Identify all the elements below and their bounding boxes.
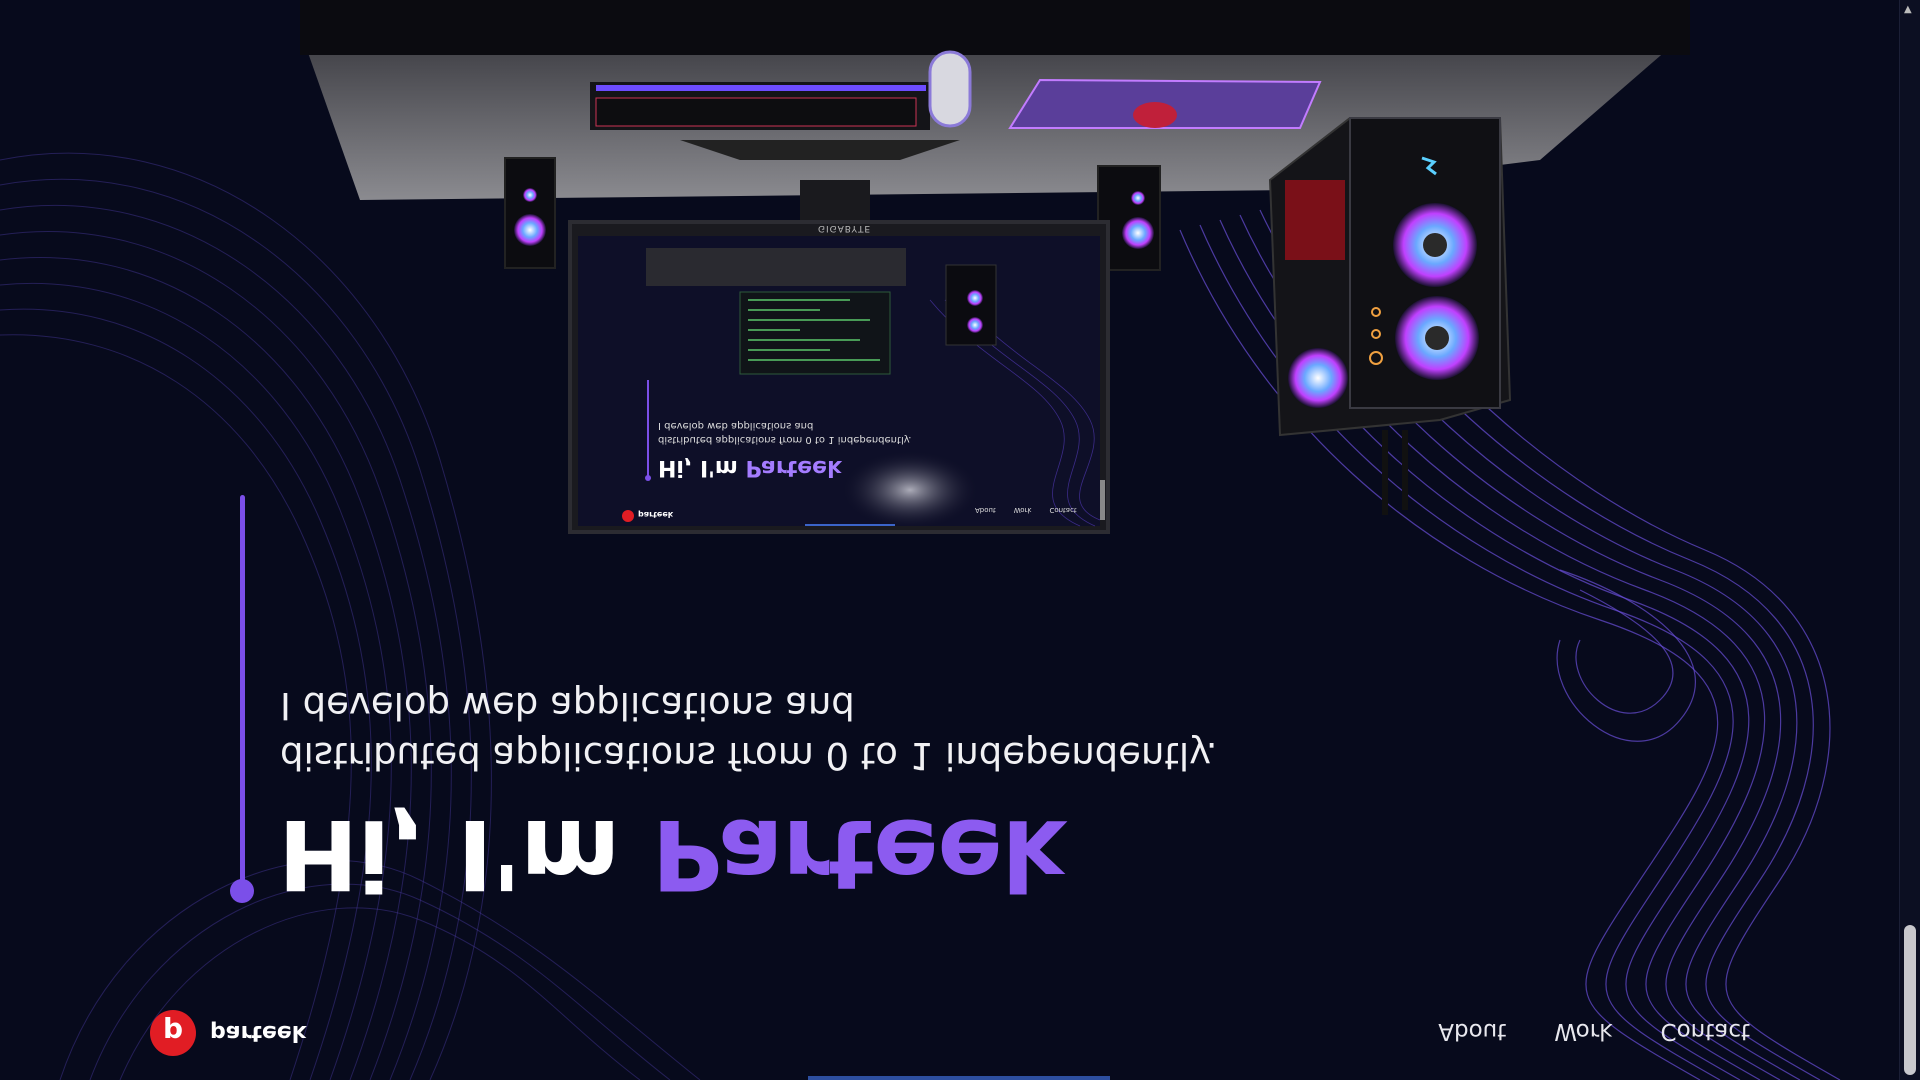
hero-subtitle-line1: I develop web applications and: [280, 684, 855, 727]
monitor-mini-logo: parteek: [638, 510, 674, 519]
hero-accent-line: [240, 495, 245, 890]
monitor-mini-nav-about: About: [975, 506, 996, 514]
monitor-mini-sub-line2: distributed applications from 0 to 1 ind…: [658, 434, 912, 445]
hero-subtitle-line2: distributed applications from 0 to 1 ind…: [280, 734, 1218, 777]
monitor-mini-greeting: Hi, I'm: [658, 455, 746, 480]
monitor-mini-nav-work: Work: [1013, 506, 1032, 514]
bottom-progress-bar: [808, 1076, 1110, 1080]
speaker-left: [504, 157, 556, 269]
hero-greeting: Hi, I'm: [278, 798, 652, 910]
monitor-brand-label: GIGABYTE: [818, 223, 872, 233]
monitor-mini-nav: About Work Contact: [975, 506, 1077, 514]
desk-edge: [300, 0, 1690, 55]
monitor-mini-sub-line1: I develop web applications and: [658, 420, 814, 431]
hero-accent-dot: [230, 879, 254, 903]
hero-name: Parteek: [651, 798, 1065, 910]
scroll-up-arrow-icon[interactable]: ▲: [1904, 4, 1912, 15]
hero-heading: Hi, I'm Parteek: [278, 798, 1065, 910]
hero-subtitle: distributed applications from 0 to 1 ind…: [280, 680, 1218, 780]
nav-contact[interactable]: Contact: [1661, 1018, 1750, 1044]
pc-case: [1268, 117, 1512, 515]
nav-about[interactable]: About: [1438, 1018, 1506, 1044]
brand-logo[interactable]: p parteek: [150, 1010, 306, 1056]
scrollbar-thumb[interactable]: [1904, 925, 1916, 1075]
vertical-scrollbar[interactable]: ▲: [1899, 0, 1920, 1080]
mouse: [928, 50, 972, 128]
brand-name: parteek: [210, 1020, 307, 1046]
background-scene: [0, 0, 1841, 1080]
monitor-mini-name: Parteek: [745, 455, 842, 480]
brand-logo-icon: p: [150, 1010, 196, 1056]
monitor-mini-subtitle: distributed applications from 0 to 1 ind…: [658, 418, 911, 446]
monitor-mini-nav-contact: Contact: [1049, 506, 1077, 514]
main-nav: About Work Contact: [1438, 1018, 1750, 1044]
monitor-mini-heading: Hi, I'm Parteek: [658, 455, 842, 480]
nav-work[interactable]: Work: [1554, 1018, 1612, 1044]
